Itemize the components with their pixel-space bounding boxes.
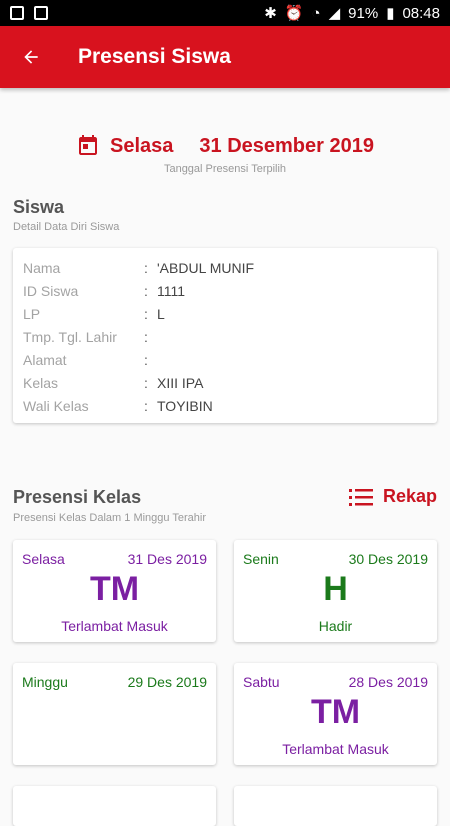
info-row-class: Kelas : XIII IPA: [23, 375, 204, 391]
clock: 08:48: [402, 4, 440, 22]
attendance-card-partial[interactable]: [234, 786, 437, 826]
alarm-icon: ⏰: [284, 5, 304, 22]
attendance-day: Selasa: [22, 551, 65, 567]
attendance-date: 28 Des 2019: [348, 674, 428, 690]
arrow-back-icon: [24, 50, 38, 64]
info-row-homeroom: Wali Kelas : TOYIBIN: [23, 398, 213, 414]
attendance-card[interactable]: Senin 30 Des 2019 H Hadir: [234, 540, 437, 642]
page-title: Presensi Siswa: [78, 45, 231, 68]
info-label: ID Siswa: [23, 283, 79, 299]
attendance-day: Sabtu: [243, 674, 280, 690]
attendance-date: 31 Des 2019: [127, 551, 207, 567]
attendance-section-subtitle: Presensi Kelas Dalam 1 Minggu Terahir: [13, 512, 206, 524]
student-section-subtitle: Detail Data Diri Siswa: [13, 221, 120, 233]
selected-date-value: 31 Desember 2019: [199, 134, 374, 157]
info-value: TOYIBIN: [157, 398, 213, 414]
battery-icon: ▮: [386, 5, 395, 22]
attendance-status: Terlambat Masuk: [61, 618, 168, 634]
rekap-button[interactable]: Rekap: [348, 486, 437, 507]
info-label: Nama: [23, 260, 61, 276]
gallery-notification-icon: [10, 6, 24, 20]
attendance-day: Senin: [243, 551, 279, 567]
info-row-gender: LP : L: [23, 306, 165, 322]
attendance-card[interactable]: Minggu 29 Des 2019: [13, 663, 216, 765]
attendance-code: TM: [310, 693, 361, 731]
info-row-birth: Tmp. Tgl. Lahir :: [23, 329, 148, 345]
student-section-title: Siswa: [13, 197, 65, 217]
attendance-date: 30 Des 2019: [348, 551, 428, 567]
calendar-icon: [79, 135, 98, 155]
info-label: LP: [23, 306, 41, 322]
attendance-code: TM: [89, 570, 140, 608]
info-value: XIII IPA: [157, 375, 204, 391]
signal-icon: ◢: [328, 5, 341, 22]
info-value: 1111: [157, 283, 186, 299]
attendance-code: H: [323, 570, 348, 608]
selected-day: Selasa: [110, 134, 174, 157]
info-value: 'ABDUL MUNIF: [157, 260, 255, 276]
attendance-date: 29 Des 2019: [127, 674, 207, 690]
attendance-status: Hadir: [318, 618, 353, 634]
attendance-status: Terlambat Masuk: [282, 741, 389, 757]
info-value: L: [157, 306, 165, 322]
info-row-id: ID Siswa : 1111: [23, 283, 186, 299]
info-label: Alamat: [23, 352, 67, 368]
rekap-label: Rekap: [382, 486, 437, 506]
attendance-card[interactable]: Selasa 31 Des 2019 TM Terlambat Masuk: [13, 540, 216, 642]
info-label: Kelas: [23, 375, 59, 391]
student-info-card: Nama : 'ABDUL MUNIF ID Siswa : 1111 LP :…: [13, 248, 437, 423]
selected-date-caption: Tanggal Presensi Terpilih: [163, 163, 287, 175]
task-notification-icon: [34, 6, 48, 20]
selected-date[interactable]: Selasa 31 Desember 2019: [0, 134, 450, 158]
wifi-icon: ◔: [311, 4, 321, 22]
list-icon: [348, 488, 373, 506]
battery-level: 91%: [348, 4, 379, 22]
attendance-card[interactable]: Sabtu 28 Des 2019 TM Terlambat Masuk: [234, 663, 437, 765]
info-label: Tmp. Tgl. Lahir: [23, 329, 117, 345]
bluetooth-icon: ✱: [264, 5, 277, 22]
back-button[interactable]: [0, 26, 62, 88]
status-bar: ✱ ⏰ ◔ ◢ 91% ▮ 08:48: [0, 0, 450, 26]
attendance-day: Minggu: [22, 674, 68, 690]
app-bar: Presensi Siswa: [0, 26, 450, 88]
attendance-card-partial[interactable]: [13, 786, 216, 826]
attendance-section-title: Presensi Kelas: [13, 487, 142, 507]
info-row-address: Alamat :: [23, 352, 148, 368]
info-label: Wali Kelas: [23, 398, 89, 414]
info-row-name: Nama : 'ABDUL MUNIF: [23, 260, 255, 276]
